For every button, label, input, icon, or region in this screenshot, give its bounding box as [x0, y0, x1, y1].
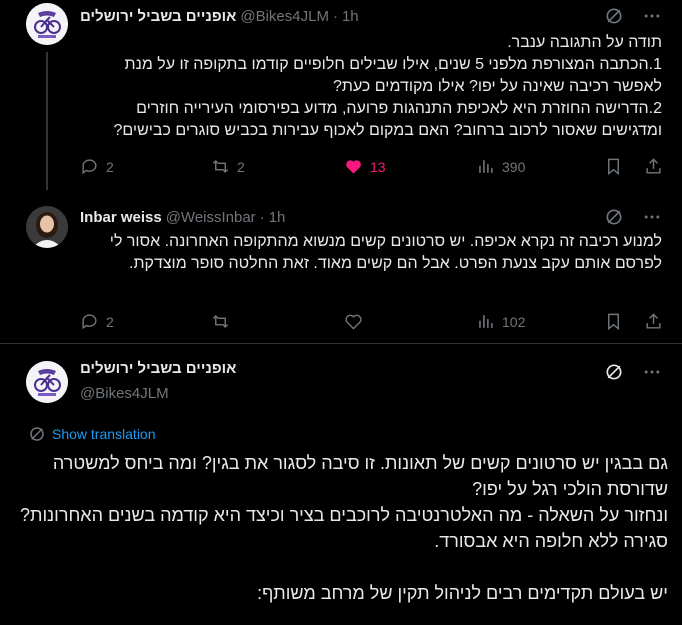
views-icon [479, 160, 493, 173]
avatar[interactable] [26, 361, 68, 403]
author-handle[interactable]: @Bikes4JLM [240, 8, 329, 25]
reply-button[interactable]: 2 [80, 157, 114, 176]
views-icon [479, 315, 493, 328]
show-translation-label[interactable]: Show translation [52, 426, 156, 442]
separator-dot: · [332, 7, 338, 25]
reply-icon [82, 159, 97, 175]
more-icon[interactable] [642, 207, 662, 232]
main-author-name[interactable]: אופניים בשביל ירושלים [80, 360, 236, 377]
views-button[interactable]: 390 [476, 157, 525, 176]
share-icon [646, 158, 661, 174]
repost-button[interactable] [211, 312, 230, 331]
like-icon [345, 314, 362, 330]
repost-count: 2 [237, 158, 245, 175]
tweet-text: למנוע רכיבה זה נקרא אכיפה. יש סרטונים קש… [109, 233, 662, 272]
grok-icon[interactable] [604, 207, 624, 232]
tweet-weissinbar[interactable]: Inbar weiss @WeissInbar · 1h למנוע רכיבה… [0, 190, 682, 340]
reply-count: 2 [106, 313, 114, 330]
views-count: 102 [502, 313, 526, 330]
repost-button[interactable]: 2 [211, 157, 245, 176]
share-button[interactable] [644, 157, 663, 176]
views-button[interactable]: 102 [476, 312, 525, 331]
like-button[interactable]: 13 [344, 157, 386, 176]
like-count: 13 [370, 158, 386, 175]
timestamp[interactable]: 1h [269, 209, 286, 226]
bikes-logo-icon [26, 3, 68, 45]
grok-icon[interactable] [604, 6, 624, 31]
show-translation-link[interactable]: Show translation [28, 425, 156, 443]
reply-icon [82, 314, 97, 330]
bookmark-icon [608, 158, 619, 176]
main-author-handle[interactable]: @Bikes4JLM [80, 385, 169, 402]
reply-count: 2 [106, 158, 114, 175]
repost-icon [212, 159, 229, 174]
thread-line [46, 52, 48, 190]
bookmark-icon [608, 313, 619, 331]
share-icon [646, 313, 661, 329]
avatar[interactable] [26, 3, 68, 45]
bikes-logo-icon [26, 361, 68, 403]
translate-icon [30, 427, 44, 441]
like-button[interactable] [344, 312, 363, 331]
timestamp[interactable]: 1h [342, 8, 359, 25]
author-handle[interactable]: @WeissInbar [166, 209, 256, 226]
divider [0, 343, 682, 344]
more-icon[interactable] [642, 362, 662, 387]
separator-dot: · [259, 208, 265, 226]
views-count: 390 [502, 158, 526, 175]
bookmark-button[interactable] [604, 157, 623, 176]
main-tweet-text: גם בבגין יש סרטונים קשים של תאונות. זו ס… [20, 453, 668, 603]
grok-icon[interactable] [604, 362, 624, 387]
tweet-bikes4jlm[interactable]: אופניים בשביל ירושלים @Bikes4JLM · 1h תו… [0, 0, 682, 190]
tweet-text: תודה על התגובה ענבר. 1.הכתבה המצורפת מלפ… [113, 34, 663, 139]
share-button[interactable] [644, 312, 663, 331]
reply-button[interactable]: 2 [80, 312, 114, 331]
more-icon[interactable] [642, 6, 662, 31]
avatar[interactable] [26, 206, 68, 248]
author-name[interactable]: Inbar weiss [80, 209, 162, 226]
like-icon [346, 160, 361, 174]
person-avatar-icon [26, 206, 68, 248]
author-name[interactable]: אופניים בשביל ירושלים [80, 8, 236, 25]
repost-icon [212, 314, 229, 329]
bookmark-button[interactable] [604, 312, 623, 331]
